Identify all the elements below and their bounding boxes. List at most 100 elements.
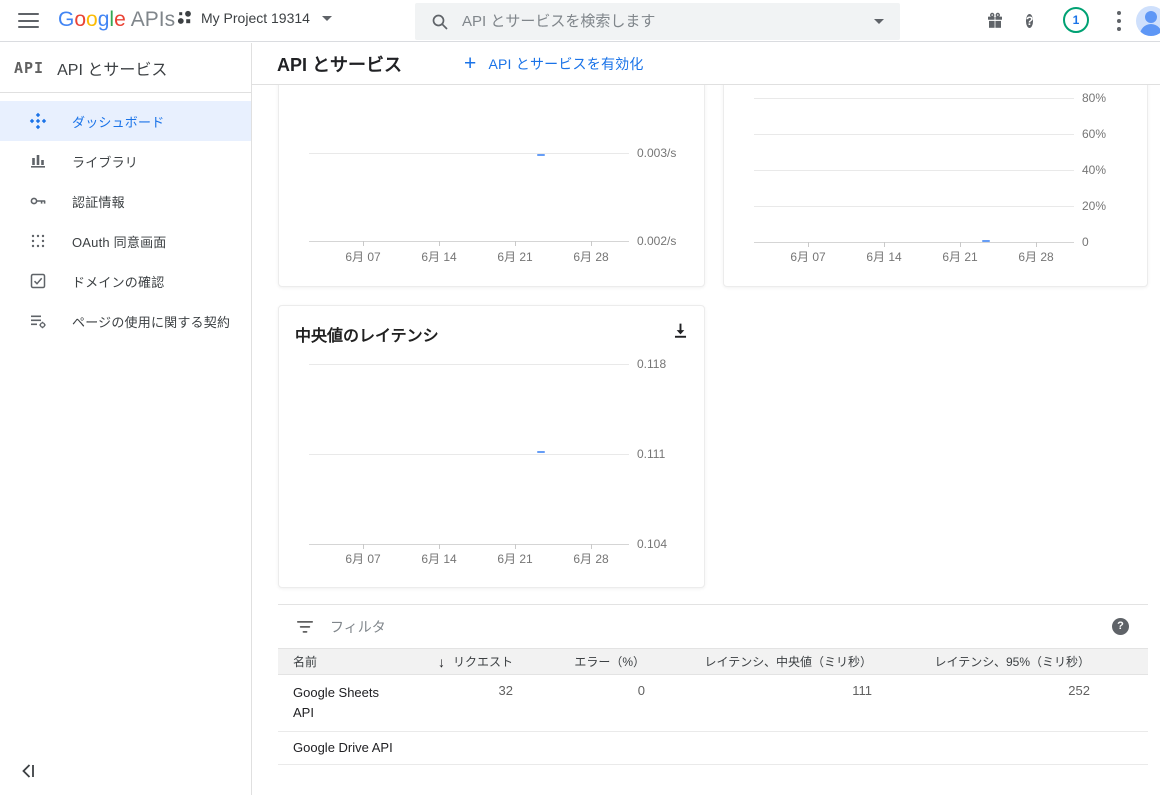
collapse-sidebar-icon[interactable] <box>21 763 36 782</box>
search-input[interactable] <box>449 3 862 40</box>
x-axis-baseline: 0.002/s <box>309 241 629 242</box>
x-axis-tick-label: 6月 07 <box>345 248 380 265</box>
latency-median-value <box>645 732 872 764</box>
api-table-section: フィルタ ? 名前 ↓ リクエスト エラー（%） レイテンシ、中央値（ミリ秒） … <box>278 604 1148 765</box>
sidebar-item-credentials[interactable]: 認証情報 <box>0 181 251 221</box>
sidebar-item-dashboard[interactable]: ダッシュボード <box>0 101 251 141</box>
logo-letter: e <box>114 8 126 32</box>
api-name[interactable]: Google Sheets API <box>278 675 408 731</box>
y-axis-tick-label: 20% <box>1082 199 1106 213</box>
x-axis-tick-label: 6月 28 <box>573 248 608 265</box>
x-axis-tick-label: 6月 21 <box>942 248 977 265</box>
search-dropdown-icon[interactable] <box>874 19 884 24</box>
avatar-person-icon <box>1145 11 1157 23</box>
axis-tick <box>591 241 592 246</box>
x-axis-tick-label: 6月 14 <box>866 248 901 265</box>
sidebar-item-label: ダッシュボード <box>72 112 164 131</box>
api-name[interactable]: Google Drive API <box>278 732 408 764</box>
sidebar-item-label: ライブラリ <box>72 152 138 171</box>
logo-letter: o <box>74 8 86 32</box>
y-axis-tick-label: 60% <box>1082 127 1106 141</box>
sidebar-menu: ダッシュボード ライブラリ 認証情報 OAuth 同意画面 ドメインの確認 <box>0 101 251 341</box>
search-icon <box>431 13 449 31</box>
notifications-badge[interactable]: 1 <box>1063 7 1089 33</box>
sidebar-item-domain-verification[interactable]: ドメインの確認 <box>0 261 251 301</box>
axis-tick <box>884 242 885 247</box>
chevron-down-icon <box>322 16 332 21</box>
project-selector[interactable]: My Project 19314 <box>177 10 332 26</box>
x-axis-baseline: 0 <box>754 242 1074 243</box>
logo-letter: G <box>58 8 74 32</box>
menu-icon[interactable] <box>18 13 39 28</box>
table-help-icon[interactable]: ? <box>1112 618 1129 635</box>
latency-95-value <box>872 732 1090 764</box>
column-header-latency-median[interactable]: レイテンシ、中央値（ミリ秒） <box>645 653 872 670</box>
dashboard-icon <box>29 112 47 130</box>
list-gear-icon <box>29 312 47 330</box>
main-area: API とサービス + API とサービスを有効化 0.003/s 0.002/… <box>252 43 1160 795</box>
column-header-errors[interactable]: エラー（%） <box>513 653 645 670</box>
page-title: API とサービス <box>277 51 402 77</box>
logo-letter: g <box>98 8 110 32</box>
oauth-consent-icon <box>29 232 47 250</box>
y-axis-tick-label: 0.118 <box>637 357 666 371</box>
top-app-bar: Google APIs My Project 19314 <box>0 0 1160 42</box>
y-axis-tick-label: 0.003/s <box>637 146 676 160</box>
data-point-dash <box>537 451 545 453</box>
filter-bar[interactable]: フィルタ ? <box>278 605 1148 648</box>
axis-tick <box>808 242 809 247</box>
project-icon <box>177 10 193 26</box>
axis-tick <box>1036 242 1037 247</box>
x-axis-tick-label: 6月 28 <box>1018 248 1053 265</box>
axis-tick <box>439 241 440 246</box>
x-axis-baseline: 0.104 <box>309 544 629 545</box>
x-axis-tick-label: 6月 28 <box>573 550 608 567</box>
enable-apis-button[interactable]: + API とサービスを有効化 <box>464 54 644 74</box>
x-axis-tick-label: 6月 21 <box>497 248 532 265</box>
gridline: 40% <box>754 170 1074 171</box>
help-icon[interactable]: ? <box>1026 12 1033 30</box>
latency-median-value: 111 <box>645 675 872 731</box>
table-row[interactable]: Google Sheets API 32 0 111 252 <box>278 675 1148 732</box>
axis-tick <box>515 241 516 246</box>
requests-value: 32 <box>408 675 513 731</box>
chart-title: 中央値のレイテンシ <box>295 322 439 346</box>
sidebar-item-page-usage-agreements[interactable]: ページの使用に関する契約 <box>0 301 251 341</box>
sidebar-item-oauth-consent[interactable]: OAuth 同意画面 <box>0 221 251 261</box>
plus-icon: + <box>464 55 476 73</box>
x-axis-tick-label: 6月 07 <box>345 550 380 567</box>
account-avatar[interactable] <box>1136 6 1160 36</box>
gridline: 80% <box>754 98 1074 99</box>
logo-letter: o <box>86 8 98 32</box>
search-bar[interactable] <box>415 3 900 40</box>
filter-icon <box>296 618 314 636</box>
gridline: 0.111 <box>309 454 629 455</box>
x-axis-tick-label: 6月 07 <box>790 248 825 265</box>
column-header-requests[interactable]: ↓ リクエスト <box>408 653 513 670</box>
errors-chart-card: 80% 60% 40% 20% 0 6月 07 6月 14 6月 21 6月 <box>723 85 1148 287</box>
x-axis-tick-label: 6月 21 <box>497 550 532 567</box>
google-apis-logo[interactable]: Google APIs <box>58 8 175 32</box>
column-header-name[interactable]: 名前 <box>278 653 408 670</box>
page-header: API とサービス + API とサービスを有効化 <box>252 43 1160 85</box>
x-axis-tick-label: 6月 14 <box>421 550 456 567</box>
errors-value <box>513 732 645 764</box>
y-axis-tick-label: 0 <box>1082 235 1089 249</box>
axis-tick <box>363 544 364 549</box>
column-header-latency-95[interactable]: レイテンシ、95%（ミリ秒） <box>872 653 1090 670</box>
column-header-label: リクエスト <box>453 653 513 670</box>
errors-value: 0 <box>513 675 645 731</box>
more-options-icon[interactable] <box>1110 11 1128 31</box>
gridline: 60% <box>754 134 1074 135</box>
sidebar-item-library[interactable]: ライブラリ <box>0 141 251 181</box>
download-chart-icon[interactable] <box>671 322 689 340</box>
enable-apis-label: API とサービスを有効化 <box>488 54 643 74</box>
sidebar: API API とサービス ダッシュボード ライブラリ 認証情報 OAuth <box>0 43 252 795</box>
sort-descending-icon: ↓ <box>438 654 445 670</box>
gridline: 20% <box>754 206 1074 207</box>
table-row[interactable]: Google Drive API <box>278 732 1148 765</box>
checkbox-icon <box>29 272 47 290</box>
gridline: 0.003/s <box>309 153 629 154</box>
gift-icon[interactable] <box>986 12 1004 33</box>
project-name: My Project 19314 <box>201 10 310 26</box>
